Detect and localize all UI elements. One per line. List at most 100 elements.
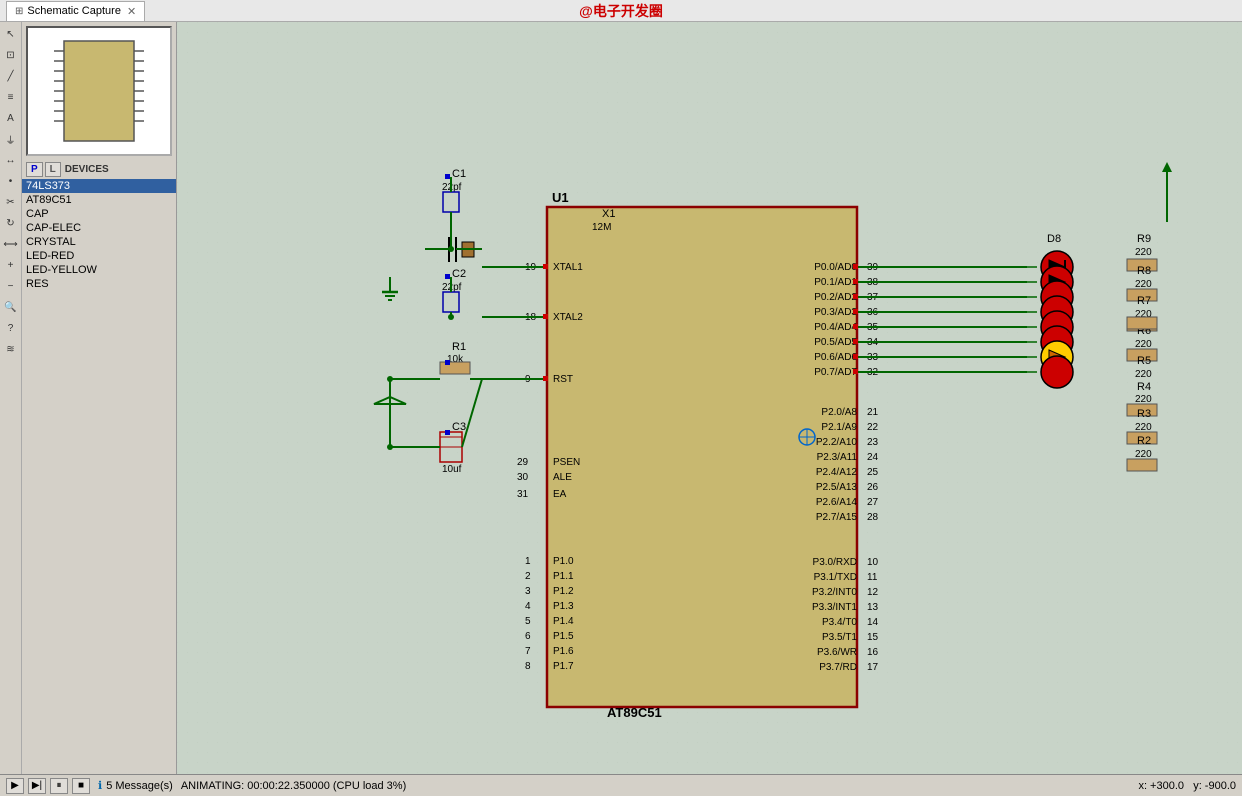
- pn28: 28: [867, 512, 879, 523]
- pin-p02: [853, 294, 858, 299]
- pin-tool[interactable]: ↔: [1, 150, 21, 170]
- titlebar: ⊞ Schematic Capture ✕ @电子开发圈: [0, 0, 1242, 22]
- step-button[interactable]: ▶|: [28, 778, 46, 794]
- pn11: 11: [867, 572, 878, 583]
- close-tab-button[interactable]: ✕: [127, 5, 136, 18]
- pn3: 3: [525, 586, 531, 597]
- device-item-res[interactable]: RES: [22, 277, 176, 291]
- bpin-c2: [445, 274, 450, 279]
- r6-val: 220: [1135, 339, 1152, 350]
- r5-val: 220: [1135, 369, 1152, 380]
- main-layout: ↖ ⊡ ╱ ≡ A ⏚ ↔ • ✂ ↻ ⟷ + − 🔍 ? ≋: [0, 22, 1242, 774]
- p26-label: P2.6/A14: [816, 497, 858, 508]
- pn15: 15: [867, 632, 879, 643]
- component-tool[interactable]: ⊡: [1, 45, 21, 65]
- pin-p01: [853, 279, 858, 284]
- r1-symbol: [440, 362, 470, 374]
- info-icon: ℹ: [98, 779, 102, 792]
- zoom-out-tool[interactable]: −: [1, 276, 21, 296]
- pin-xtal2: [543, 314, 548, 319]
- select-tool[interactable]: ↖: [1, 24, 21, 44]
- device-item-led-red[interactable]: LED-RED: [22, 249, 176, 263]
- zoom-in-tool[interactable]: +: [1, 255, 21, 275]
- stop-button[interactable]: ■: [72, 778, 90, 794]
- p33-label: P3.3/INT1: [812, 602, 857, 613]
- mirror-tool[interactable]: ⟷: [1, 234, 21, 254]
- r3-val: 220: [1135, 422, 1152, 433]
- junction-tool[interactable]: •: [1, 171, 21, 191]
- label-tool[interactable]: A: [1, 108, 21, 128]
- netlist-tool[interactable]: ≋: [1, 339, 21, 359]
- device-item-74ls373[interactable]: 74LS373: [22, 179, 176, 193]
- p12-label: P1.2: [553, 586, 574, 597]
- p31-label: P3.1/TXD: [814, 572, 857, 583]
- play-button[interactable]: ▶: [6, 778, 24, 794]
- devices-header: P L DEVICES: [22, 160, 176, 179]
- annotation-tool[interactable]: ?: [1, 318, 21, 338]
- schematic-tab[interactable]: ⊞ Schematic Capture ✕: [6, 1, 145, 21]
- device-item-at89c51[interactable]: AT89C51: [22, 193, 176, 207]
- r7-label: R7: [1137, 295, 1151, 307]
- pn14: 14: [867, 617, 879, 628]
- d8-label: D8: [1047, 233, 1061, 245]
- rotate-tool[interactable]: ↻: [1, 213, 21, 233]
- pn10: 10: [867, 557, 879, 568]
- bus-tool[interactable]: ≡: [1, 87, 21, 107]
- delete-tool[interactable]: ✂: [1, 192, 21, 212]
- animation-status: ANIMATING: 00:00:22.350000 (CPU load 3%): [181, 780, 1139, 792]
- r1-label: R1: [452, 341, 466, 353]
- devices-label: DEVICES: [65, 164, 109, 175]
- pin-p03: [853, 309, 858, 314]
- wire-tool[interactable]: ╱: [1, 66, 21, 86]
- p21-label: P2.1/A9: [821, 422, 857, 433]
- canvas-area[interactable]: U1 AT89C51 XTAL1 XTAL2 RST PSEN ALE EA P…: [177, 22, 1242, 774]
- l-button[interactable]: L: [45, 162, 61, 177]
- pn26: 26: [867, 482, 879, 493]
- pn7: 7: [525, 646, 531, 657]
- component-preview: [26, 26, 172, 156]
- pn24: 24: [867, 452, 879, 463]
- pn4: 4: [525, 601, 531, 612]
- device-item-crystal[interactable]: CRYSTAL: [22, 235, 176, 249]
- p36-label: P3.6/WR: [817, 647, 857, 658]
- x1-label: X1: [602, 208, 615, 220]
- pn13: 13: [867, 602, 879, 613]
- p-button[interactable]: P: [26, 162, 43, 177]
- p34-label: P3.4/T0: [822, 617, 857, 628]
- r2-val: 220: [1135, 449, 1152, 460]
- pn5: 5: [525, 616, 531, 627]
- r5-symbol: [1127, 317, 1157, 329]
- r8-label: R8: [1137, 265, 1151, 277]
- pn27: 27: [867, 497, 879, 508]
- pn29: 29: [517, 457, 529, 468]
- pause-button[interactable]: ⏸: [50, 778, 68, 794]
- p32-label: P3.2/INT0: [812, 587, 857, 598]
- pn30: 30: [517, 472, 529, 483]
- p17-label: P1.7: [553, 661, 574, 672]
- device-item-cap-elec[interactable]: CAP-ELEC: [22, 221, 176, 235]
- p23-label: P2.3/A11: [817, 452, 858, 463]
- p35-label: P3.5/T1: [822, 632, 857, 643]
- device-item-led-yellow[interactable]: LED-YELLOW: [22, 263, 176, 277]
- p13-label: P1.3: [553, 601, 574, 612]
- p10-label: P1.0: [553, 556, 574, 567]
- pn12: 12: [867, 587, 879, 598]
- pin-rst: [543, 376, 548, 381]
- junc-gnd: [387, 444, 393, 450]
- statusbar: ▶ ▶| ⏸ ■ ℹ 5 Message(s) ANIMATING: 00:00…: [0, 774, 1242, 796]
- p02-label: P0.2/AD2: [814, 292, 857, 303]
- p14-label: P1.4: [553, 616, 574, 627]
- power-tool[interactable]: ⏚: [1, 129, 21, 149]
- c2-label: C2: [452, 268, 466, 280]
- pin-p07: [853, 369, 858, 374]
- device-item-cap[interactable]: CAP: [22, 207, 176, 221]
- xtal2-label: XTAL2: [553, 312, 583, 323]
- p25-label: P2.5/A13: [816, 482, 858, 493]
- search-tool[interactable]: 🔍: [1, 297, 21, 317]
- r3-label: R3: [1137, 408, 1151, 420]
- pn22: 22: [867, 422, 879, 433]
- r8-val: 220: [1135, 279, 1152, 290]
- schematic-icon: ⊞: [15, 6, 23, 17]
- pn23: 23: [867, 437, 879, 448]
- device-list: 74LS373 AT89C51 CAP CAP-ELEC CRYSTAL LED…: [22, 179, 176, 774]
